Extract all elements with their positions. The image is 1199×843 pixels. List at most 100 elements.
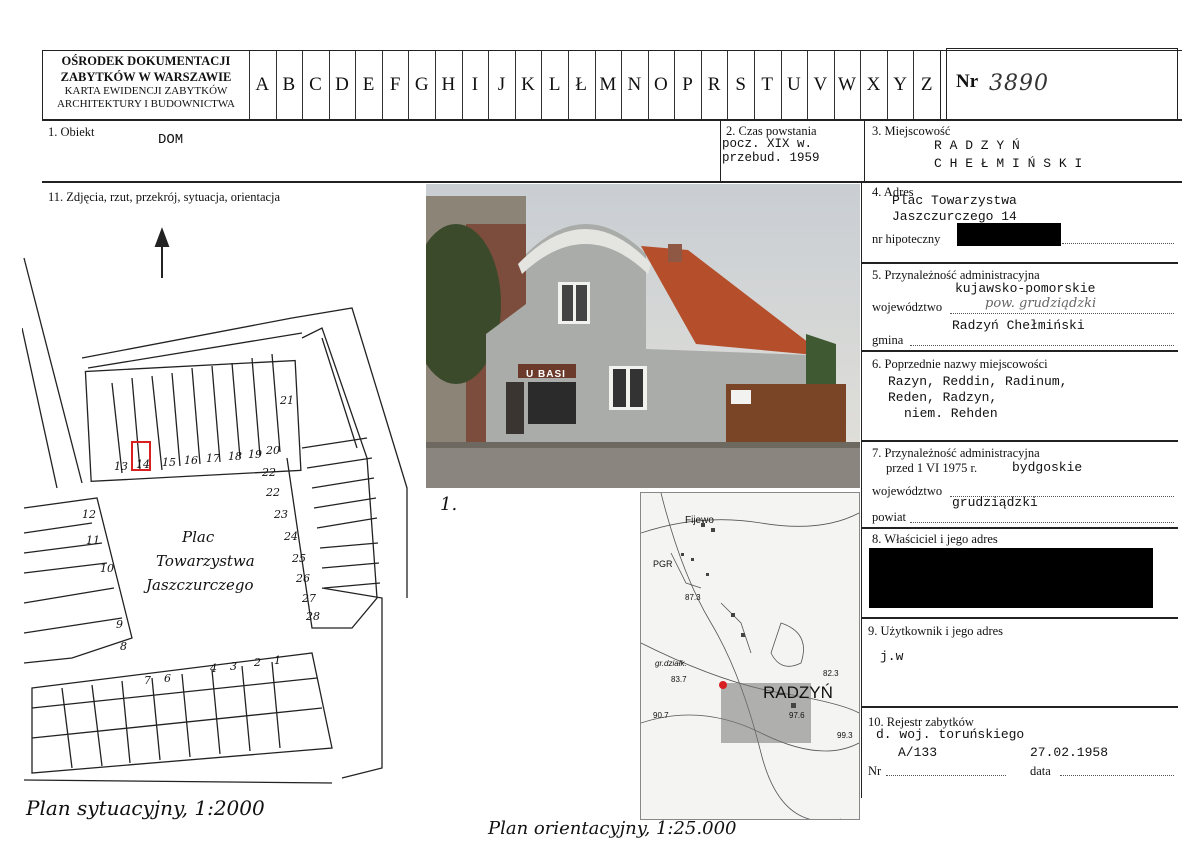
alphabet-letter-w: W	[838, 74, 856, 95]
plot-number: 23	[274, 508, 288, 521]
powiat-handwritten: pow. grudziądzki	[985, 296, 1097, 311]
rejestr-nr-label: Nr	[868, 764, 882, 778]
institution-line-3: KARTA EWIDENCJI ZABYTKÓW	[64, 85, 228, 97]
institution-line-1: OŚRODEK DOKUMENTACJI	[61, 54, 231, 68]
plot-number: 13	[114, 460, 128, 473]
plac-label-3: Jaszczurczego	[146, 576, 254, 594]
map-pgr-label: PGR	[653, 559, 673, 569]
czas-value-2: przebud. 1959	[722, 151, 820, 165]
plot-number: 27	[302, 592, 316, 605]
woj-label: województwo	[872, 300, 943, 314]
col-divider-2	[864, 120, 865, 181]
admin1975-sub: przed 1 VI 1975 r.	[886, 461, 978, 475]
admin1975-label: 7. Przynależność administracyjna	[872, 446, 1040, 460]
map-village-label: Fijewo	[685, 515, 714, 526]
plot-number: 24	[284, 530, 298, 543]
alphabet-letter-p: P	[682, 74, 693, 95]
orientation-map-caption: Plan orientacyjny, 1:25.000	[488, 818, 737, 839]
map-elev-4: 97.6	[789, 711, 805, 720]
plot-number: 17	[206, 452, 220, 465]
obiekt-value: DOM	[158, 132, 184, 148]
powiat2-label: powiat	[872, 510, 907, 524]
plot-number: 12	[82, 508, 96, 521]
alphabet-letter-m: M	[599, 74, 617, 95]
plot-number: 16	[184, 454, 198, 467]
nr-box: Nr 3890	[946, 48, 1178, 120]
miejscowosc-value-2: C H E Ł M I Ń S K I	[934, 156, 1083, 171]
rejestr-nr-dots	[886, 775, 1006, 776]
plot-number: 4	[210, 662, 217, 675]
sec5-bottom	[862, 350, 1178, 352]
orientation-map-drawing	[641, 493, 859, 819]
admin1975-value: bydgoskie	[1012, 460, 1083, 475]
photo-caption-number: 1.	[440, 494, 458, 515]
alphabet-letter-i: I	[471, 74, 479, 95]
alphabet-letter-y: Y	[893, 74, 907, 95]
alphabet-letter-b: B	[282, 74, 296, 95]
alphabet-letter-h: H	[441, 74, 456, 95]
plot-number: 15	[162, 456, 176, 469]
wlasciciel-redaction	[869, 548, 1153, 608]
map-elev-1: 87.3	[685, 593, 701, 602]
plot-number: 20	[266, 444, 280, 457]
site-plan-drawing	[21, 227, 408, 784]
plot-number: 18	[228, 450, 242, 463]
map-elev-3: 90.7	[653, 711, 669, 720]
map-elev-2: 83.7	[671, 675, 687, 684]
hipoteczny-dots	[1062, 243, 1174, 244]
rejestr-date: 27.02.1958	[1030, 745, 1109, 760]
alphabet-letter-n: N	[627, 74, 642, 95]
building-photo: U BASI	[426, 184, 860, 488]
sec8-bottom	[862, 617, 1178, 619]
alphabet-letter-k: K	[521, 74, 535, 95]
plot-number: 3	[230, 660, 237, 673]
rejestr-nr: A/133	[898, 745, 938, 760]
alphabet-letter-l: L	[548, 74, 561, 95]
hipoteczny-label: nr hipoteczny	[872, 232, 941, 246]
institution-block: OŚRODEK DOKUMENTACJI ZABYTKÓW W WARSZAWI…	[44, 53, 248, 111]
alphabet-letter-v: V	[813, 74, 828, 95]
location-marker	[719, 681, 727, 689]
plot-number: 14	[136, 458, 150, 471]
alphabet-letter-x: X	[866, 74, 881, 95]
map-town-label: RADZYŃ	[763, 683, 833, 702]
sec9-bottom	[862, 706, 1178, 708]
plac-label-2: Towarzystwa	[156, 552, 255, 570]
plot-number: 8	[120, 640, 127, 653]
plot-number: 26	[296, 572, 310, 585]
adres-value-2: Jaszczurczego 14	[892, 209, 1017, 224]
col-divider-1	[720, 120, 721, 181]
plot-number: 22	[266, 486, 280, 499]
plot-number: 7	[144, 674, 151, 687]
woj2-label: województwo	[872, 484, 943, 498]
sec4-bottom	[862, 262, 1178, 264]
powiat2-value: grudziądzki	[952, 495, 1038, 510]
plac-label-1: Plac	[182, 528, 215, 546]
institution-line-2: ZABYTKÓW W WARSZAWIE	[60, 70, 232, 84]
rejestr-data-dots	[1060, 775, 1174, 776]
alphabet-letter-e: E	[362, 74, 375, 95]
poprzednie-label: 6. Poprzednie nazwy miejscowości	[872, 357, 1048, 371]
gmina-value: Radzyń Chełmiński	[952, 318, 1085, 333]
alphabet-letter-o: O	[654, 74, 668, 95]
plot-number: 19	[248, 448, 262, 461]
alphabet-letter-s: S	[735, 74, 746, 95]
sec7-bottom	[862, 527, 1178, 529]
map-elev-5: 82.3	[823, 669, 839, 678]
alphabet-letter-ł: Ł	[575, 74, 587, 95]
photo-scene	[426, 184, 860, 488]
alphabet-letter-g: G	[414, 74, 429, 95]
alphabet-letter-d: D	[335, 74, 349, 95]
alphabet-letter-c: C	[309, 74, 322, 95]
czas-value-1: pocz. XIX w.	[722, 137, 813, 151]
sec6-bottom	[862, 440, 1178, 442]
alphabet-letter-t: T	[761, 74, 774, 95]
adres-value-1: Plac Towarzystwa	[892, 193, 1017, 208]
map-elev-6: 99.3	[837, 731, 853, 740]
site-plan-caption: Plan sytuacyjny, 1:2000	[26, 796, 265, 820]
uzytkownik-value: j.w	[880, 649, 904, 664]
gmina-dots	[910, 345, 1174, 346]
nr-box-left	[940, 50, 941, 120]
plot-number: 22	[262, 466, 276, 479]
nr-value: 3890	[989, 71, 1049, 96]
